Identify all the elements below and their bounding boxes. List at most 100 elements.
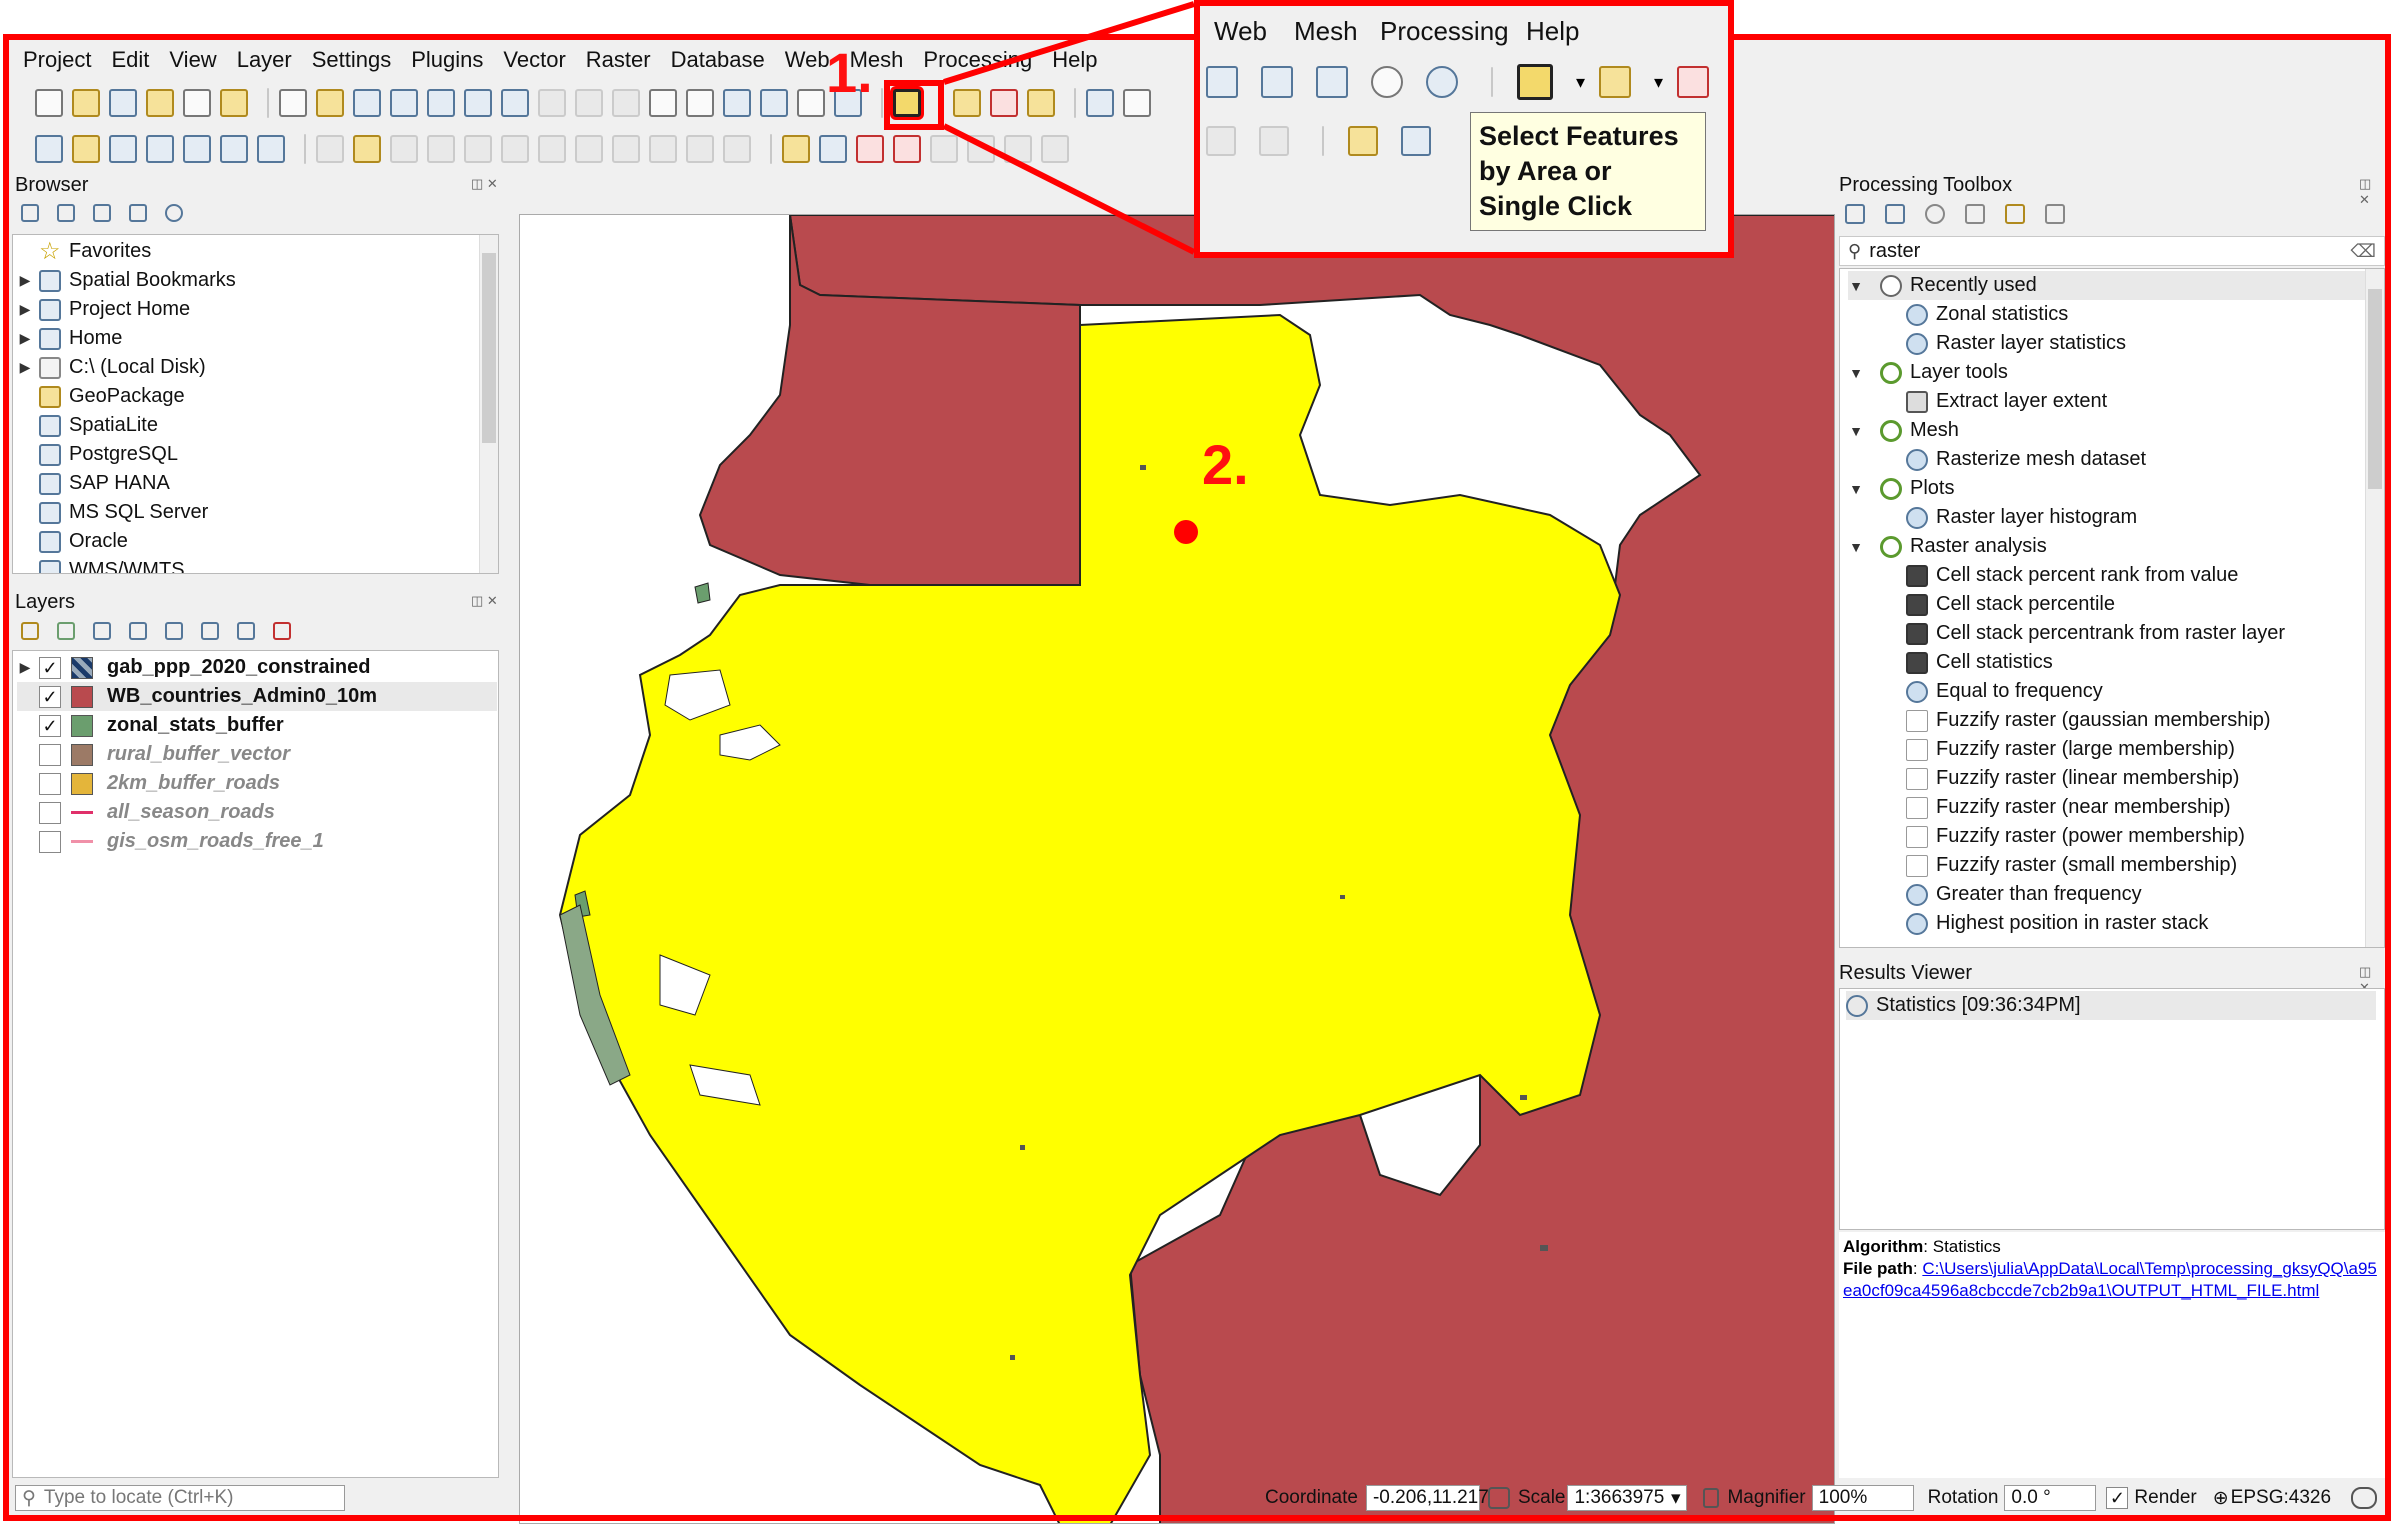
refresh-icon [1426,66,1458,98]
expand-arrow-icon[interactable]: ▶ [17,359,33,376]
toggle-extents-icon[interactable] [1487,1487,1510,1509]
magnifier-field[interactable]: 100% [1811,1485,1914,1511]
layer-visibility-checkbox[interactable] [39,801,61,824]
browser-item-label: MS SQL Server [69,501,209,523]
results-entry[interactable]: Statistics [09:36:34PM] [1846,991,2376,1020]
crs-button[interactable]: EPSG:4326 [2231,1487,2331,1509]
browser-item-label: SpatiaLite [69,414,158,436]
coordinate-field[interactable]: -0.206,11.217 [1365,1485,1489,1511]
toolbox-item-label: Equal to frequency [1936,680,2103,702]
lock-icon[interactable] [1703,1488,1720,1508]
style-panel-icon[interactable] [21,622,39,640]
results-details: Algorithm: Statistics File path: C:\User… [1839,1232,2385,1478]
toolbox-group[interactable]: ▼ Plots [1848,474,1954,503]
fuzzy-icon [1906,738,1928,761]
toolbox-algorithm[interactable]: Raster layer statistics [1906,329,2126,358]
toolbox-group[interactable]: ▼ Raster analysis [1848,532,2047,561]
output-file-link[interactable]: C:\Users\julia\AppData\Local\Temp\proces… [1843,1259,2377,1300]
layer-visibility-checkbox[interactable] [39,772,61,795]
layer-visibility-checkbox[interactable]: ✓ [39,714,61,737]
toolbox-algorithm[interactable]: Cell stack percentrank from raster layer [1906,619,2285,648]
toolbox-item-label: Highest position in raster stack [1936,912,2209,934]
toolbox-scroll-thumb[interactable] [2368,289,2382,489]
toolbox-algorithm[interactable]: Fuzzify raster (small membership) [1906,851,2237,880]
locator-input[interactable]: ⚲ Type to locate (Ctrl+K) [15,1485,345,1511]
toolbox-group[interactable]: ▼ Mesh [1848,416,1959,445]
layer-visibility-checkbox[interactable] [39,830,61,853]
filter-legend-icon[interactable] [129,622,147,640]
layer-item[interactable]: 2km_buffer_roads [17,769,497,798]
callout-line-top [943,1,1195,85]
map-canvas[interactable] [519,214,1835,1524]
chevron-down-icon: ▾ [1732,72,1734,93]
polygon-symbol-icon [71,685,93,708]
toolbox-algorithm[interactable]: Fuzzify raster (gaussian membership) [1906,706,2271,735]
expand-arrow-icon[interactable]: ▶ [17,659,33,676]
layer-item[interactable]: all_season_roads [17,798,497,827]
toolbox-algorithm[interactable]: Raster layer histogram [1906,503,2137,532]
geopackage-icon [39,385,61,408]
browser-item[interactable]: ▶ C:\ (Local Disk) [17,353,206,382]
rotation-field[interactable]: 0.0 ° [2004,1485,2097,1511]
layer-visibility-checkbox[interactable]: ✓ [39,656,61,679]
remove-layer-icon[interactable] [273,622,291,640]
toolbox-algorithm[interactable]: Fuzzify raster (power membership) [1906,822,2245,851]
toolbox-algorithm[interactable]: Zonal statistics [1906,300,2068,329]
layer-visibility-checkbox[interactable] [39,743,61,766]
browser-item[interactable]: MS SQL Server [17,498,208,527]
browser-item[interactable]: GeoPackage [17,382,185,411]
layer-item[interactable]: ▶ ✓ gab_ppp_2020_constrained [17,653,497,682]
magnifier-value: 100% [1818,1487,1868,1508]
collapse-arrow-icon[interactable]: ▼ [1848,365,1864,381]
toolbox-algorithm[interactable]: Rasterize mesh dataset [1906,445,2146,474]
layer-item[interactable]: rural_buffer_vector [17,740,497,769]
layers-dock-controls[interactable]: ◫ ✕ [471,593,498,609]
render-checkbox[interactable]: ✓ [2106,1487,2129,1509]
browser-item[interactable]: SAP HANA [17,469,170,498]
show-bookmarks-icon [1261,66,1293,98]
layer-item[interactable]: gis_osm_roads_free_1 [17,827,497,856]
expand-arrow-icon[interactable]: ▶ [17,301,33,318]
toolbox-algorithm[interactable]: Cell stack percent rank from value [1906,561,2238,590]
layers-toolbar [21,622,299,640]
scale-field[interactable]: 1:3663975 ▾ [1567,1485,1688,1511]
toolbox-algorithm[interactable]: Cell statistics [1906,648,2053,677]
toolbox-algorithm[interactable]: Extract layer extent [1906,387,2107,416]
toolbox-algorithm[interactable]: Greater than frequency [1906,880,2142,909]
toolbox-algorithm[interactable]: Equal to frequency [1906,677,2103,706]
collapse-arrow-icon[interactable]: ▼ [1848,423,1864,439]
manage-themes-icon[interactable] [93,622,111,640]
toolbox-algorithm[interactable]: Fuzzify raster (linear membership) [1906,764,2239,793]
browser-item[interactable]: SpatiaLite [17,411,158,440]
toolbox-item-label: Extract layer extent [1936,390,2108,412]
messages-icon[interactable] [2351,1487,2378,1509]
collapse-arrow-icon[interactable]: ▼ [1848,481,1864,497]
expand-all-icon[interactable] [201,622,219,640]
browser-item[interactable]: ▶ Home [17,324,122,353]
collapse-arrow-icon[interactable]: ▼ [1848,539,1864,555]
rotation-value: 0.0 ° [2011,1487,2051,1508]
expand-arrow-icon[interactable]: ▶ [17,330,33,347]
chevron-down-icon: ▾ [1576,71,1586,92]
render-label: Render [2134,1487,2197,1508]
line-symbol-icon [71,811,93,814]
add-group-icon[interactable] [57,622,75,640]
browser-item[interactable]: PostgreSQL [17,440,178,469]
layer-item[interactable]: ✓ zonal_stats_buffer [17,711,497,740]
toolbox-scrollbar[interactable] [2365,269,2384,947]
sigma-icon [1906,651,1928,674]
filter-expression-icon[interactable] [165,622,183,640]
toolbox-group[interactable]: ▼ Layer tools [1848,358,2008,387]
toolbox-algorithm[interactable]: Cell stack percentile [1906,590,2115,619]
zoom-callout: Web Mesh Processing Help ▾ ▾ ▾ Select Fe… [1194,0,1734,258]
toolbox-algorithm[interactable]: Fuzzify raster (near membership) [1906,793,2231,822]
browser-item[interactable]: Oracle [17,527,128,556]
browser-item[interactable]: WMS/WMTS [17,556,185,573]
collapse-all-icon[interactable] [237,622,255,640]
sap-hana-icon [39,472,61,495]
toolbox-algorithm[interactable]: Highest position in raster stack [1906,909,2208,938]
globe-icon: ⊕ [2212,1487,2229,1509]
layer-visibility-checkbox[interactable]: ✓ [39,685,61,708]
layer-item[interactable]: ✓ WB_countries_Admin0_10m [17,682,497,711]
toolbox-algorithm[interactable]: Fuzzify raster (large membership) [1906,735,2235,764]
